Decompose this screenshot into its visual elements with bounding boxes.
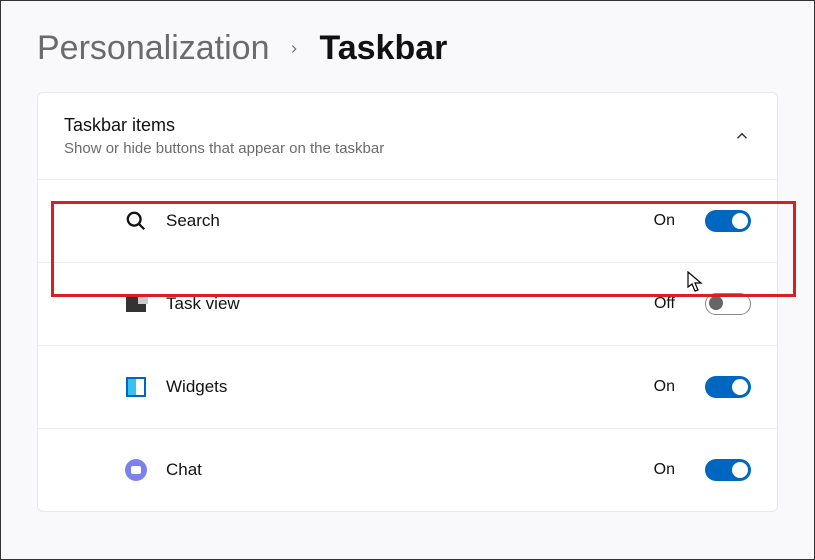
chevron-up-icon xyxy=(733,127,751,145)
widgets-icon xyxy=(124,375,148,399)
chat-toggle[interactable] xyxy=(705,459,751,481)
item-label: Search xyxy=(166,211,636,231)
taskbar-item-search: Search On xyxy=(38,179,777,262)
taskbar-item-chat: Chat On xyxy=(38,428,777,511)
chat-icon xyxy=(124,458,148,482)
panel-title: Taskbar items xyxy=(64,115,733,136)
item-status: On xyxy=(654,212,675,230)
chevron-right-icon xyxy=(287,36,301,62)
taskbar-item-taskview: Task view Off xyxy=(38,262,777,345)
breadcrumb-current: Taskbar xyxy=(319,29,447,68)
item-label: Widgets xyxy=(166,377,636,397)
taskbar-item-widgets: Widgets On xyxy=(38,345,777,428)
breadcrumb: Personalization Taskbar xyxy=(1,1,814,92)
item-label: Task view xyxy=(166,294,636,314)
item-status: Off xyxy=(654,295,675,313)
item-status: On xyxy=(654,378,675,396)
search-icon xyxy=(124,209,148,233)
taskbar-items-panel: Taskbar items Show or hide buttons that … xyxy=(37,92,778,512)
item-label: Chat xyxy=(166,460,636,480)
widgets-toggle[interactable] xyxy=(705,376,751,398)
taskview-icon xyxy=(124,292,148,316)
breadcrumb-parent[interactable]: Personalization xyxy=(37,29,269,68)
taskview-toggle[interactable] xyxy=(705,293,751,315)
search-toggle[interactable] xyxy=(705,210,751,232)
panel-header[interactable]: Taskbar items Show or hide buttons that … xyxy=(38,93,777,179)
item-status: On xyxy=(654,461,675,479)
panel-subtitle: Show or hide buttons that appear on the … xyxy=(64,140,733,157)
